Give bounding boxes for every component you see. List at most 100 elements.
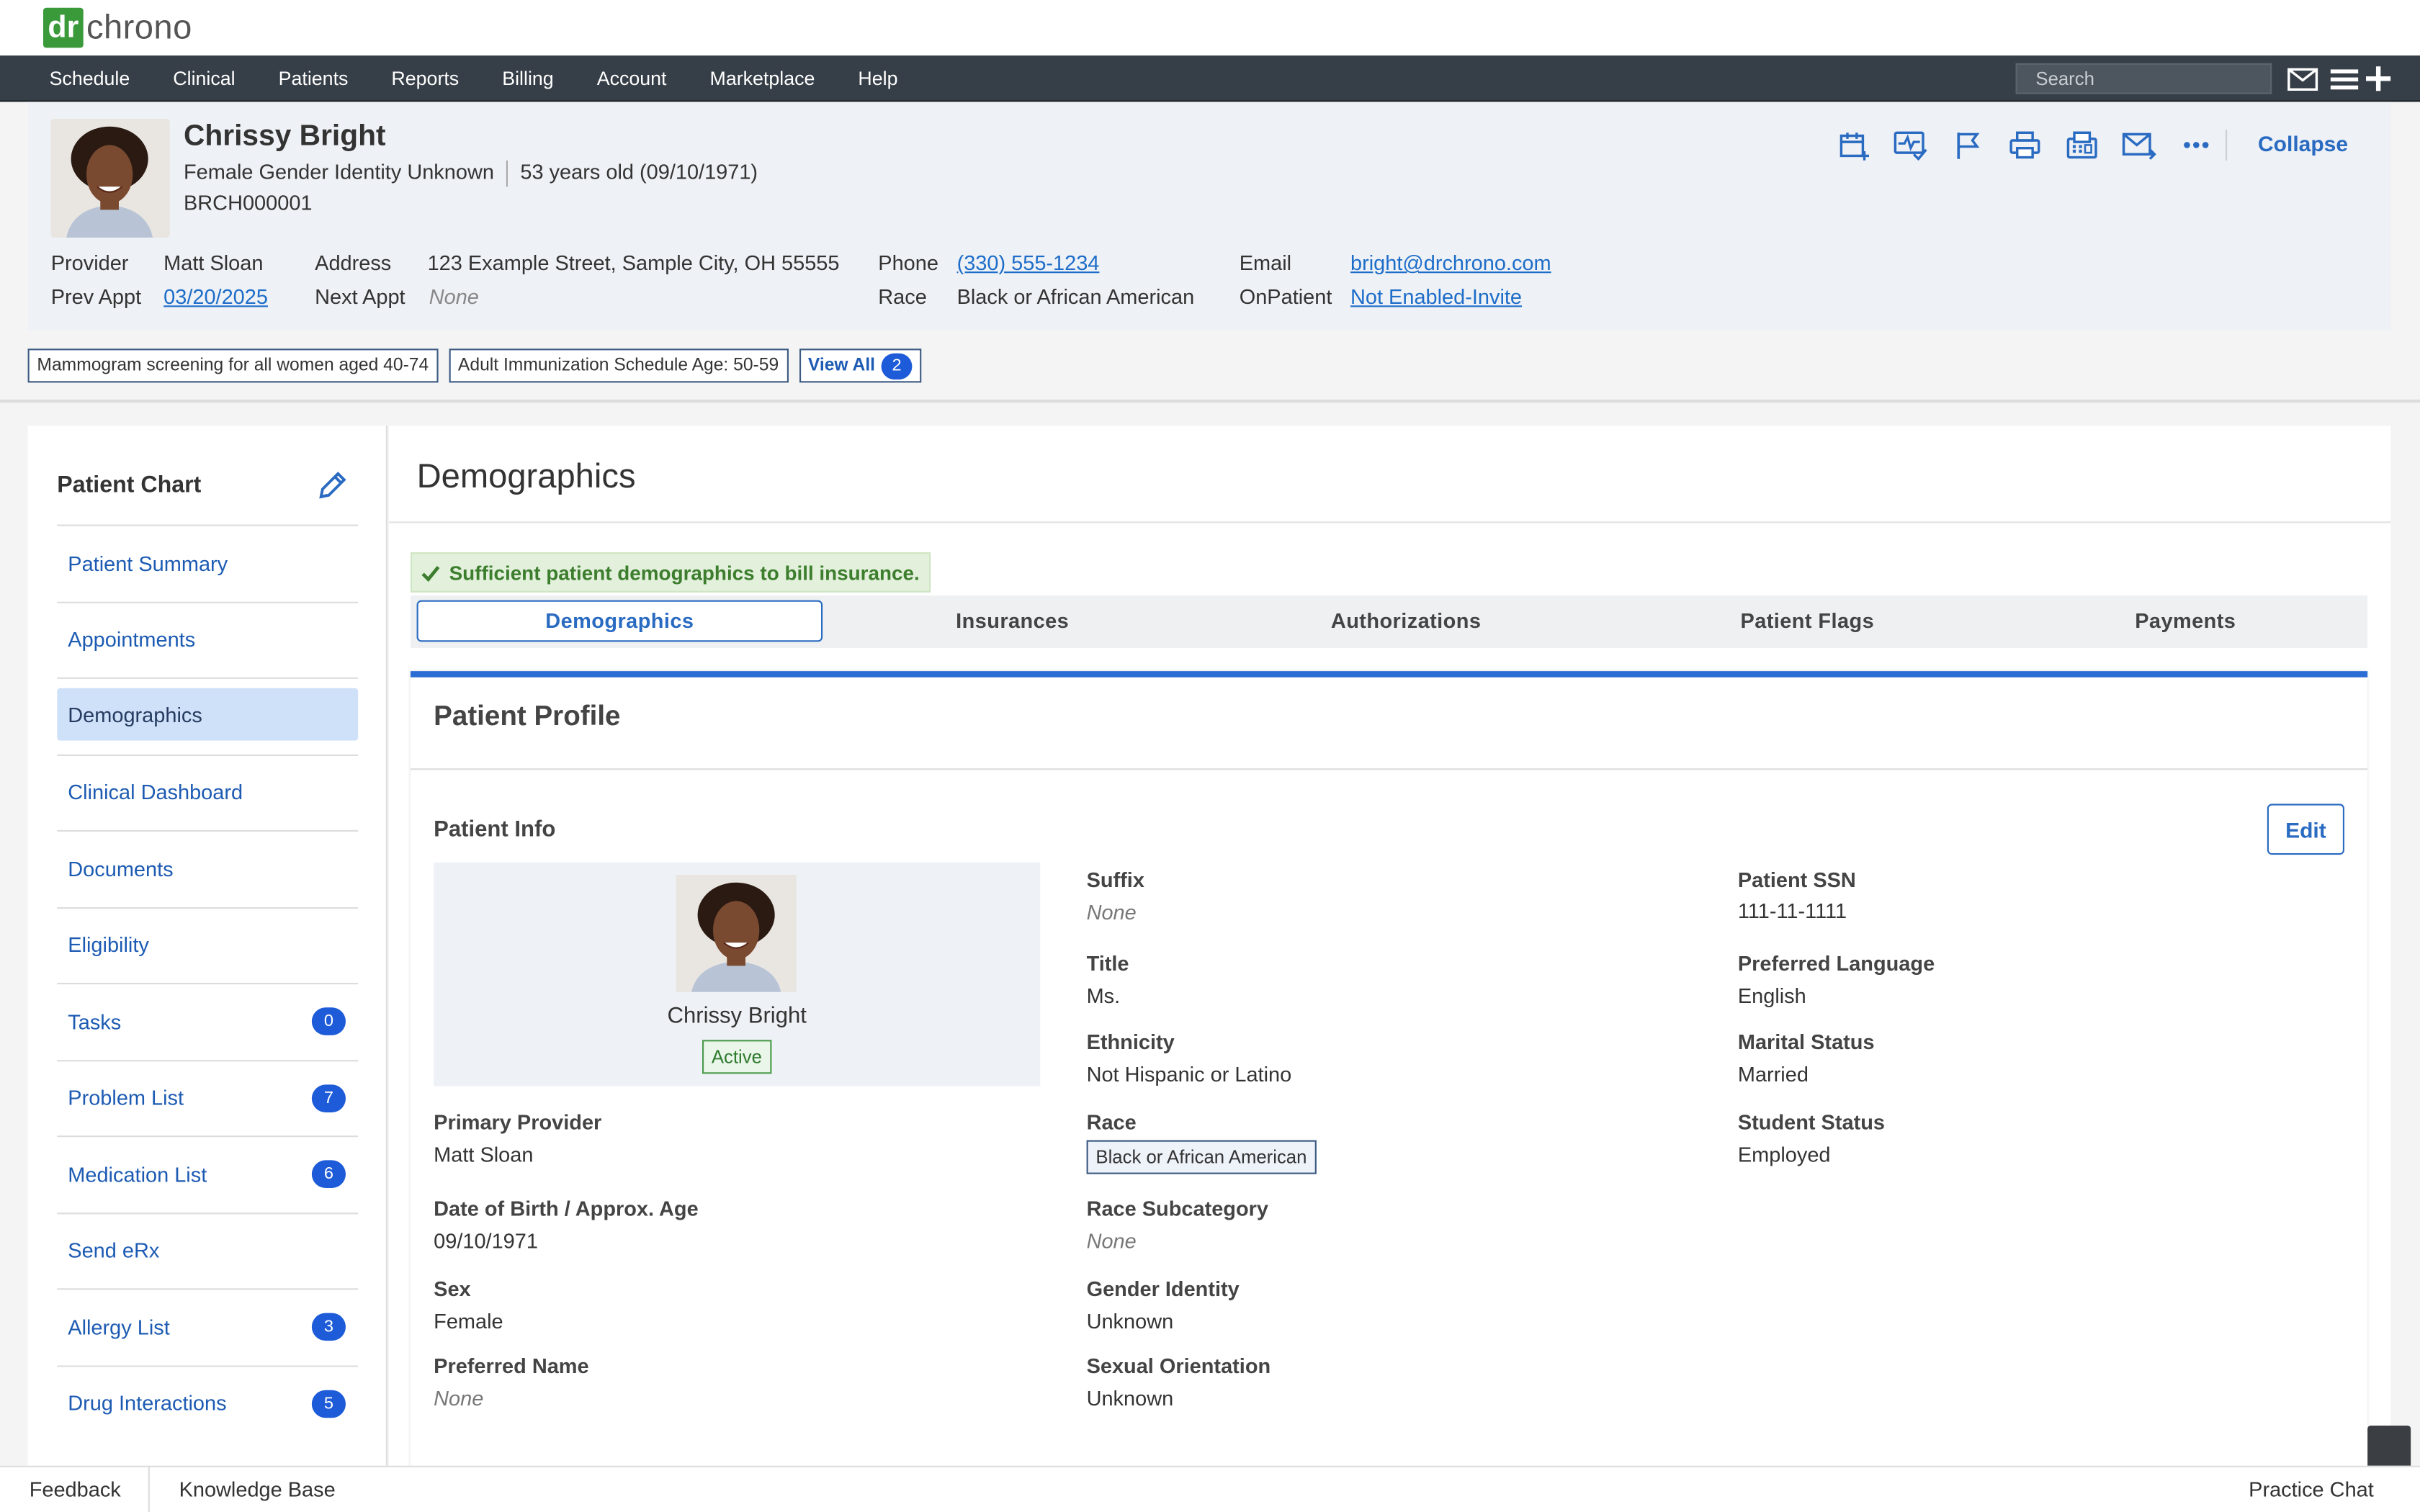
divider [506,160,508,187]
field-ethnicity: Ethnicity Not Hispanic or Latino [1087,1030,1292,1086]
nav-marketplace[interactable]: Marketplace [689,68,837,89]
email-link[interactable]: bright@drchrono.com [1350,251,1551,274]
field-value: Employed [1737,1143,1831,1166]
nav-help[interactable]: Help [836,68,919,89]
nav-clinical[interactable]: Clinical [151,68,256,89]
footer-bar: Feedback Knowledge Base Practice Chat [0,1465,2420,1512]
fax-icon[interactable] [2053,127,2110,163]
collapse-button[interactable]: Collapse [2258,131,2348,156]
title-divider [389,521,2391,523]
field-label: Sexual Orientation [1086,1354,1271,1378]
field-patient-ssn: Patient SSN 111-11-1111 [1738,868,1856,922]
sidebar-item-send-erx[interactable]: Send eRx [57,1212,359,1288]
sidebar-title: Patient Chart [57,472,202,499]
edit-button[interactable]: Edit [2267,804,2344,855]
drchrono-logo[interactable]: dr chrono [43,7,192,48]
provider-label: Provider [50,251,129,275]
sidebar-item-tasks[interactable]: Tasks 0 [57,983,359,1059]
field-label: Sex [434,1277,471,1301]
sidebar-item-label: Demographics [68,703,202,726]
prev-appt-link[interactable]: 03/20/2025 [163,285,268,308]
send-message-icon[interactable] [2110,127,2166,163]
field-preferred-name: Preferred Name None [434,1354,588,1410]
patient-gender: Female Gender Identity Unknown [183,160,494,184]
sidebar-item-label: Send eRx [68,1239,160,1263]
alert-immunization[interactable]: Adult Immunization Schedule Age: 50-59 [449,348,789,383]
main-nav: Schedule Clinical Patients Reports Billi… [0,55,2420,102]
field-label: Student Status [1737,1110,1885,1134]
field-primary-provider: Primary Provider Matt Sloan [434,1111,601,1166]
race-chip: Black or African American [1086,1140,1317,1174]
alert-mammogram[interactable]: Mammogram screening for all women aged 4… [27,348,439,383]
vitals-icon[interactable] [1881,127,1938,163]
field-label: Preferred Language [1737,952,1935,976]
tab-demographics[interactable]: Demographics [416,600,823,642]
address-value: 123 Example Street, Sample City, OH 5555… [427,251,840,275]
logo-dr: dr [43,7,84,48]
field-gender-identity: Gender Identity Unknown [1087,1277,1240,1333]
sidebar-item-clinical-dashboard[interactable]: Clinical Dashboard [57,753,359,830]
knowledge-base-link[interactable]: Knowledge Base [179,1478,336,1501]
field-value: Not Hispanic or Latino [1086,1063,1292,1086]
sidebar-item-patient-summary[interactable]: Patient Summary [57,524,359,601]
sidebar-item-label: Appointments [68,628,196,652]
view-all-alerts-button[interactable]: View All 2 [799,348,922,383]
field-race-subcategory: Race Subcategory None [1087,1197,1268,1253]
practice-chat-button[interactable]: Practice Chat [2249,1478,2374,1501]
phone-link[interactable]: (330) 555-1234 [957,251,1100,274]
search-input[interactable] [2015,63,2272,94]
field-value: 09/10/1971 [434,1229,538,1253]
sidebar-item-allergy-list[interactable]: Allergy List 3 [57,1288,359,1364]
flag-icon[interactable] [1938,127,1995,163]
onpatient-invite-link[interactable]: Not Enabled-Invite [1350,285,1522,308]
app-root: dr chrono Schedule Clinical Patients Rep… [0,0,2420,1512]
field-value: Married [1737,1063,1809,1086]
scroll-to-top-button[interactable] [2367,1425,2411,1469]
field-value: Ms. [1086,984,1121,1008]
patient-info-title: Patient Info [434,817,556,842]
more-options-icon[interactable] [2167,127,2224,163]
tab-authorizations[interactable]: Authorizations [1260,600,1553,642]
tab-payments[interactable]: Payments [2046,600,2324,642]
sidebar-item-documents[interactable]: Documents [57,829,359,906]
footer-divider [148,1467,150,1512]
field-label: Suffix [1086,868,1144,892]
patient-profile-panel: Patient Profile Patient Info Edit Chriss… [411,671,2368,1474]
email-label: Email [1239,251,1292,275]
menu-icon[interactable] [2327,63,2361,94]
pencil-icon[interactable] [315,469,349,503]
sidebar-item-eligibility[interactable]: Eligibility [57,906,359,983]
phone-label: Phone [878,251,938,275]
sidebar-item-problem-list[interactable]: Problem List 7 [57,1059,359,1135]
field-value: Female [434,1310,503,1333]
field-label: Race Subcategory [1086,1197,1268,1220]
profile-divider [411,768,2368,770]
sidebar-item-medication-list[interactable]: Medication List 6 [57,1135,359,1212]
prev-appt-label: Prev Appt [50,285,142,309]
field-label: Marital Status [1737,1030,1875,1054]
patient-avatar [50,119,170,238]
drug-interactions-count-badge: 5 [311,1390,346,1418]
nav-reports[interactable]: Reports [369,68,480,89]
field-label: Ethnicity [1086,1030,1175,1054]
nav-schedule[interactable]: Schedule [28,68,152,89]
print-icon[interactable] [1996,127,2053,163]
sidebar-item-drug-interactions[interactable]: Drug Interactions 5 [57,1364,359,1441]
field-label: Patient SSN [1737,868,1856,892]
tab-patient-flags[interactable]: Patient Flags [1661,600,1954,642]
field-value: 111-11-1111 [1737,899,1847,923]
tab-insurances[interactable]: Insurances [874,600,1152,642]
add-appointment-icon[interactable] [1824,127,1881,163]
sidebar-item-appointments[interactable]: Appointments [57,600,359,678]
nav-patients[interactable]: Patients [257,68,370,89]
check-icon [421,564,440,581]
nav-account[interactable]: Account [575,68,689,89]
plus-icon[interactable] [2362,63,2396,94]
sidebar-item-label: Tasks [68,1010,122,1034]
nav-billing[interactable]: Billing [480,68,575,89]
sidebar-item-demographics[interactable]: Demographics [57,688,359,741]
patient-age: 53 years old (09/10/1971) [520,160,758,184]
next-appt-label: Next Appt [315,285,405,309]
mail-icon[interactable] [2286,63,2320,94]
feedback-link[interactable]: Feedback [30,1478,121,1501]
